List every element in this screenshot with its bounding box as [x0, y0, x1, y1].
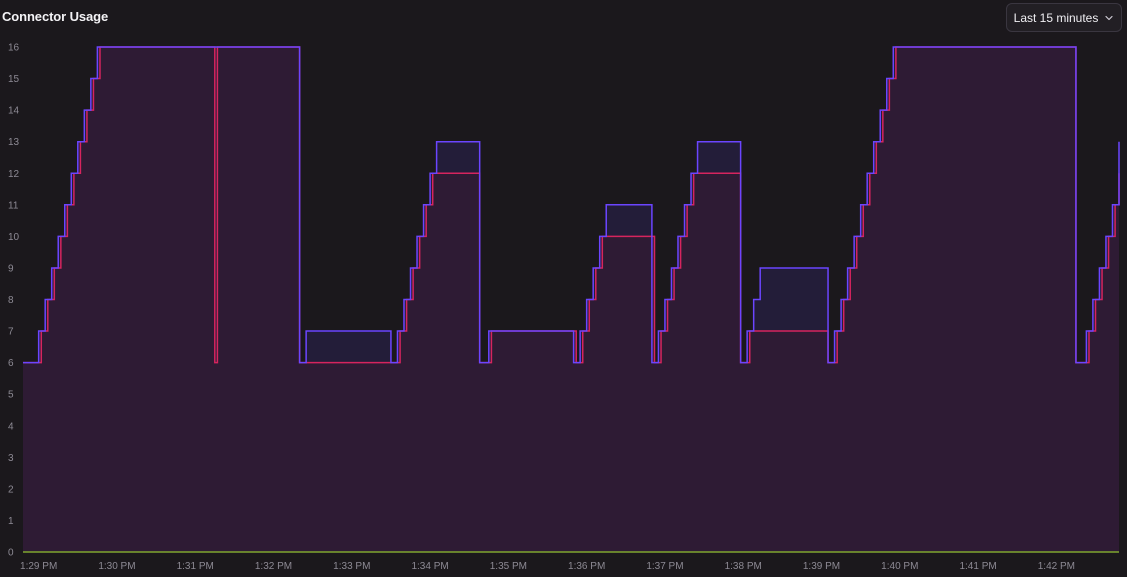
y-tick-label: 13 — [8, 137, 20, 148]
x-tick-label: 1:42 PM — [1038, 561, 1075, 572]
red-series-area — [23, 47, 1119, 552]
y-tick-label: 16 — [8, 43, 20, 54]
x-tick-label: 1:38 PM — [725, 561, 762, 572]
x-axis: 1:29 PM 1:30 PM 1:31 PM 1:32 PM 1:33 PM 1:34 … — [20, 561, 1075, 572]
y-tick-label: 1 — [8, 516, 14, 527]
y-tick-label: 15 — [8, 74, 20, 85]
x-tick-label: 1:41 PM — [959, 561, 996, 572]
x-tick-label: 1:39 PM — [803, 561, 840, 572]
y-tick-label: 5 — [8, 390, 14, 401]
connector-usage-chart: 012345678910111213141516 1:29 PM 1:30 PM 1… — [8, 43, 1120, 572]
x-tick-label: 1:36 PM — [568, 561, 605, 572]
x-tick-label: 1:33 PM — [333, 561, 370, 572]
y-tick-label: 7 — [8, 327, 14, 338]
y-tick-label: 8 — [8, 295, 14, 306]
chart-areas — [23, 47, 1119, 552]
y-tick-label: 0 — [8, 548, 14, 559]
x-tick-label: 1:40 PM — [881, 561, 918, 572]
y-tick-label: 9 — [8, 263, 14, 274]
x-tick-label: 1:32 PM — [255, 561, 292, 572]
y-tick-label: 3 — [8, 453, 14, 464]
y-tick-label: 2 — [8, 484, 14, 495]
y-axis: 012345678910111213141516 — [8, 43, 20, 559]
y-tick-label: 4 — [8, 421, 14, 432]
x-tick-label: 1:29 PM — [20, 561, 57, 572]
x-tick-label: 1:34 PM — [411, 561, 448, 572]
x-tick-label: 1:31 PM — [177, 561, 214, 572]
x-tick-label: 1:37 PM — [646, 561, 683, 572]
y-tick-label: 12 — [8, 169, 20, 180]
y-tick-label: 10 — [8, 232, 20, 243]
x-tick-label: 1:35 PM — [490, 561, 527, 572]
y-tick-label: 6 — [8, 358, 14, 369]
y-tick-label: 14 — [8, 106, 20, 117]
y-tick-label: 11 — [8, 200, 19, 211]
x-tick-label: 1:30 PM — [98, 561, 135, 572]
connector-usage-panel: Connector Usage Last 15 minutes 01234567… — [0, 0, 1127, 577]
